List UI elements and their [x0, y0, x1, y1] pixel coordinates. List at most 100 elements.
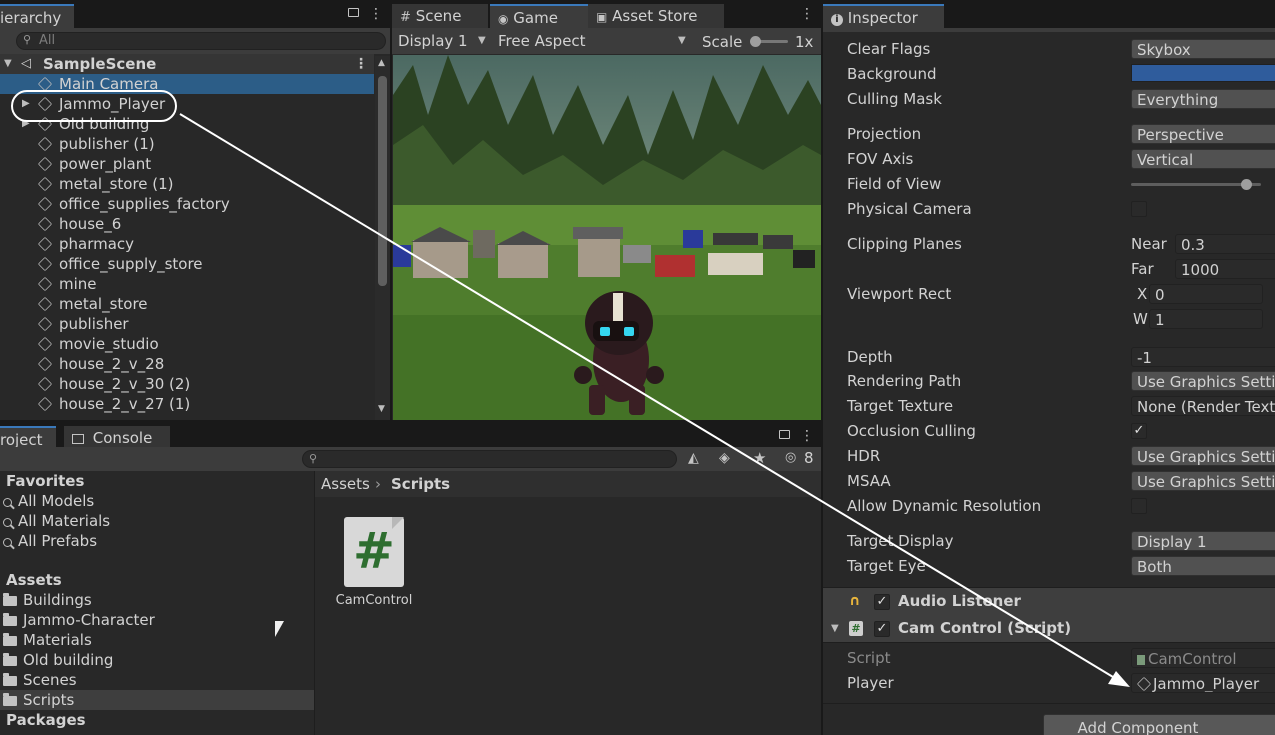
hierarchy-item[interactable]: Main Camera — [0, 74, 374, 94]
folder-item[interactable]: Materials — [0, 630, 314, 650]
hierarchy-item[interactable]: publisher (1) — [0, 134, 374, 154]
assets-header[interactable]: Assets — [0, 570, 314, 590]
target-display-dropdown[interactable]: Display 1 — [1131, 531, 1275, 551]
depth-input[interactable]: -1 — [1131, 347, 1275, 367]
viewport-x-input[interactable]: 0 — [1149, 284, 1263, 304]
hierarchy-search[interactable]: ⚲ All — [16, 32, 386, 50]
inspector-divider — [823, 703, 1275, 704]
hierarchy-item[interactable]: pharmacy — [0, 234, 374, 254]
lock-icon[interactable] — [779, 430, 790, 439]
folder-icon — [3, 613, 17, 626]
filter-by-type-icon[interactable]: ◭ — [688, 450, 699, 466]
collapse-arrow-icon[interactable]: ▼ — [4, 54, 12, 74]
physical-camera-checkbox[interactable] — [1131, 201, 1147, 217]
cam-control-enabled-checkbox[interactable]: ✓ — [874, 621, 890, 637]
hdr-dropdown[interactable]: Use Graphics Settin — [1131, 446, 1275, 466]
kebab-menu-icon[interactable]: ⋮ — [369, 7, 383, 21]
hierarchy-item[interactable]: ▶ Old building — [0, 114, 374, 134]
tab-scene[interactable]: # Scene — [392, 4, 488, 28]
breadcrumb: Assets › Scripts — [315, 471, 821, 497]
hierarchy-item[interactable]: metal_store (1) — [0, 174, 374, 194]
kebab-menu-icon[interactable]: ⋮ — [800, 7, 814, 21]
tab-game[interactable]: ◉ Game — [490, 4, 590, 28]
occlusion-culling-checkbox[interactable]: ✓ — [1131, 423, 1147, 439]
background-color-swatch[interactable] — [1131, 64, 1275, 82]
hidden-eye-icon[interactable]: ◎ — [785, 450, 796, 465]
player-object-field[interactable]: Jammo_Player — [1131, 673, 1275, 693]
file-item[interactable]: # CamControl — [333, 515, 413, 615]
audio-listener-header[interactable]: ∩ ✓ Audio Listener — [823, 587, 1275, 616]
folder-item[interactable]: Scenes — [0, 670, 314, 690]
scroll-down-arrow-icon[interactable]: ▼ — [378, 404, 385, 414]
folder-item[interactable]: Buildings — [0, 590, 314, 610]
msaa-dropdown[interactable]: Use Graphics Settin — [1131, 471, 1275, 491]
scroll-up-arrow-icon[interactable]: ▲ — [378, 58, 385, 68]
hierarchy-item[interactable]: office_supplies_factory — [0, 194, 374, 214]
folder-item[interactable]: Scripts — [0, 690, 314, 710]
hierarchy-item[interactable]: publisher — [0, 314, 374, 334]
hierarchy-item[interactable]: metal_store — [0, 294, 374, 314]
dropdown-arrow-icon: ▼ — [678, 35, 686, 46]
scale-slider[interactable] — [750, 36, 788, 47]
tab-asset-store[interactable]: ▣ Asset Store — [588, 4, 724, 28]
scroll-thumb[interactable] — [378, 76, 387, 286]
favorite-item[interactable]: All Prefabs — [0, 531, 314, 551]
target-texture-field[interactable]: None (Render Textu — [1131, 396, 1275, 416]
hierarchy-item[interactable]: house_2_v_27 (1) — [0, 394, 374, 414]
hierarchy-item[interactable]: house_6 — [0, 214, 374, 234]
kebab-menu-icon[interactable]: ⋮ — [800, 429, 814, 443]
hierarchy-item-label: Main Camera — [59, 75, 159, 93]
hierarchy-item[interactable]: movie_studio — [0, 334, 374, 354]
expand-arrow-icon[interactable]: ▶ — [22, 94, 30, 114]
breadcrumb-scripts[interactable]: Scripts — [391, 471, 450, 497]
expand-arrow-icon[interactable]: ▶ — [22, 114, 30, 134]
viewport-w-input[interactable]: 1 — [1149, 309, 1263, 329]
near-input[interactable]: 0.3 — [1175, 234, 1275, 254]
folder-item[interactable]: Old building — [0, 650, 314, 670]
rendering-path-dropdown[interactable]: Use Graphics Settin — [1131, 371, 1275, 391]
fov-axis-dropdown[interactable]: Vertical — [1131, 149, 1275, 169]
display-dropdown[interactable]: Display 1 ▼ — [398, 28, 488, 54]
tab-inspector[interactable]: i Inspector — [823, 4, 944, 28]
hierarchy-scrollbar[interactable]: ▲ ▼ — [375, 56, 390, 420]
game-view[interactable] — [393, 55, 821, 420]
projection-dropdown[interactable]: Perspective — [1131, 124, 1275, 144]
cam-control-title: Cam Control (Script) — [898, 619, 1072, 637]
favorite-item[interactable]: All Models — [0, 491, 314, 511]
cam-control-header[interactable]: ▼ # ✓ Cam Control (Script) — [823, 615, 1275, 643]
gameobject-cube-icon — [37, 376, 53, 392]
favorites-header[interactable]: Favorites — [0, 471, 314, 491]
packages-header[interactable]: Packages — [0, 710, 314, 730]
folder-item[interactable]: Jammo-Character — [0, 610, 314, 630]
tab-hierarchy[interactable]: ierarchy — [0, 4, 74, 28]
target-eye-dropdown[interactable]: Both — [1131, 556, 1275, 576]
culling-mask-dropdown[interactable]: Everything — [1131, 89, 1275, 109]
msaa-label: MSAA — [847, 472, 891, 490]
lock-icon[interactable] — [348, 8, 359, 17]
favorite-item[interactable]: All Materials — [0, 511, 314, 531]
scene-header[interactable]: ▼ ◁ SampleScene ⋮ — [0, 54, 374, 74]
add-component-button[interactable]: Add Component — [1043, 714, 1275, 735]
hierarchy-item[interactable]: mine — [0, 274, 374, 294]
scale-slider-knob[interactable] — [750, 36, 761, 47]
aspect-dropdown[interactable]: Free Aspect ▼ — [498, 28, 688, 54]
kebab-menu-icon[interactable]: ⋮ — [354, 54, 368, 74]
far-input[interactable]: 1000 — [1175, 259, 1275, 279]
allow-dynamic-resolution-checkbox[interactable] — [1131, 498, 1147, 514]
hierarchy-item[interactable]: house_2_v_28 — [0, 354, 374, 374]
hierarchy-item[interactable]: ▶ Jammo_Player — [0, 94, 374, 114]
hierarchy-item[interactable]: office_supply_store — [0, 254, 374, 274]
collapse-arrow-icon[interactable]: ▼ — [831, 615, 839, 642]
breadcrumb-assets[interactable]: Assets — [321, 471, 370, 497]
filter-by-label-icon[interactable]: ◈ — [719, 450, 730, 466]
favorite-star-icon[interactable]: ★ — [753, 449, 766, 467]
clear-flags-dropdown[interactable]: Skybox — [1131, 39, 1275, 59]
project-search[interactable]: ⚲ — [302, 450, 677, 468]
audio-listener-enabled-checkbox[interactable]: ✓ — [874, 594, 890, 610]
hierarchy-item[interactable]: power_plant — [0, 154, 374, 174]
field-of-view-slider-knob[interactable] — [1241, 179, 1252, 190]
gameobject-cube-icon — [37, 116, 53, 132]
field-of-view-slider[interactable] — [1131, 179, 1261, 190]
page-fold-icon — [392, 517, 404, 529]
hierarchy-item[interactable]: house_2_v_30 (2) — [0, 374, 374, 394]
